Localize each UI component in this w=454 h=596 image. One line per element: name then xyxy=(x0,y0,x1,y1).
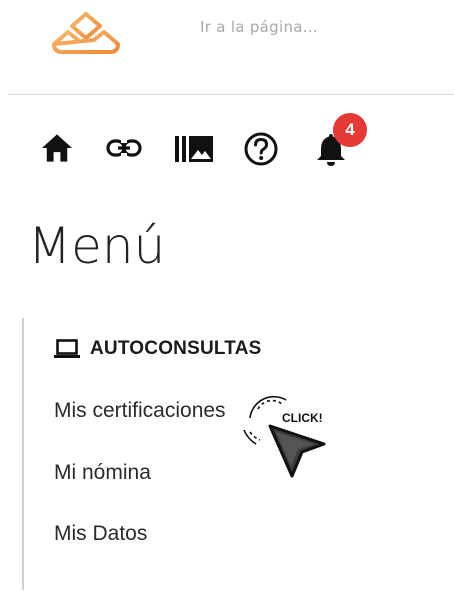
click-label: CLICK! xyxy=(282,411,323,425)
section-label: AUTOCONSULTAS xyxy=(90,338,262,359)
header-divider xyxy=(8,94,454,95)
search-input[interactable]: Ir a la página... xyxy=(200,18,318,36)
menu-item-mis-datos[interactable]: Mis Datos xyxy=(54,522,147,546)
menu-section-rule xyxy=(22,318,24,590)
help-icon[interactable] xyxy=(243,131,279,167)
brand-logo[interactable] xyxy=(50,12,122,58)
laptop-icon xyxy=(54,339,80,359)
section-header-autoconsultas[interactable]: AUTOCONSULTAS xyxy=(54,338,262,360)
click-cursor-annotation: CLICK! xyxy=(243,395,326,478)
photo-library-icon[interactable] xyxy=(174,134,214,164)
menu-title: Menú xyxy=(28,217,166,275)
notification-count-badge[interactable]: 4 xyxy=(333,113,367,147)
home-icon[interactable] xyxy=(40,133,74,163)
link-icon[interactable] xyxy=(106,136,142,160)
menu-item-mi-nomina[interactable]: Mi nómina xyxy=(54,461,151,485)
menu-item-mis-certificaciones[interactable]: Mis certificaciones xyxy=(54,399,226,423)
